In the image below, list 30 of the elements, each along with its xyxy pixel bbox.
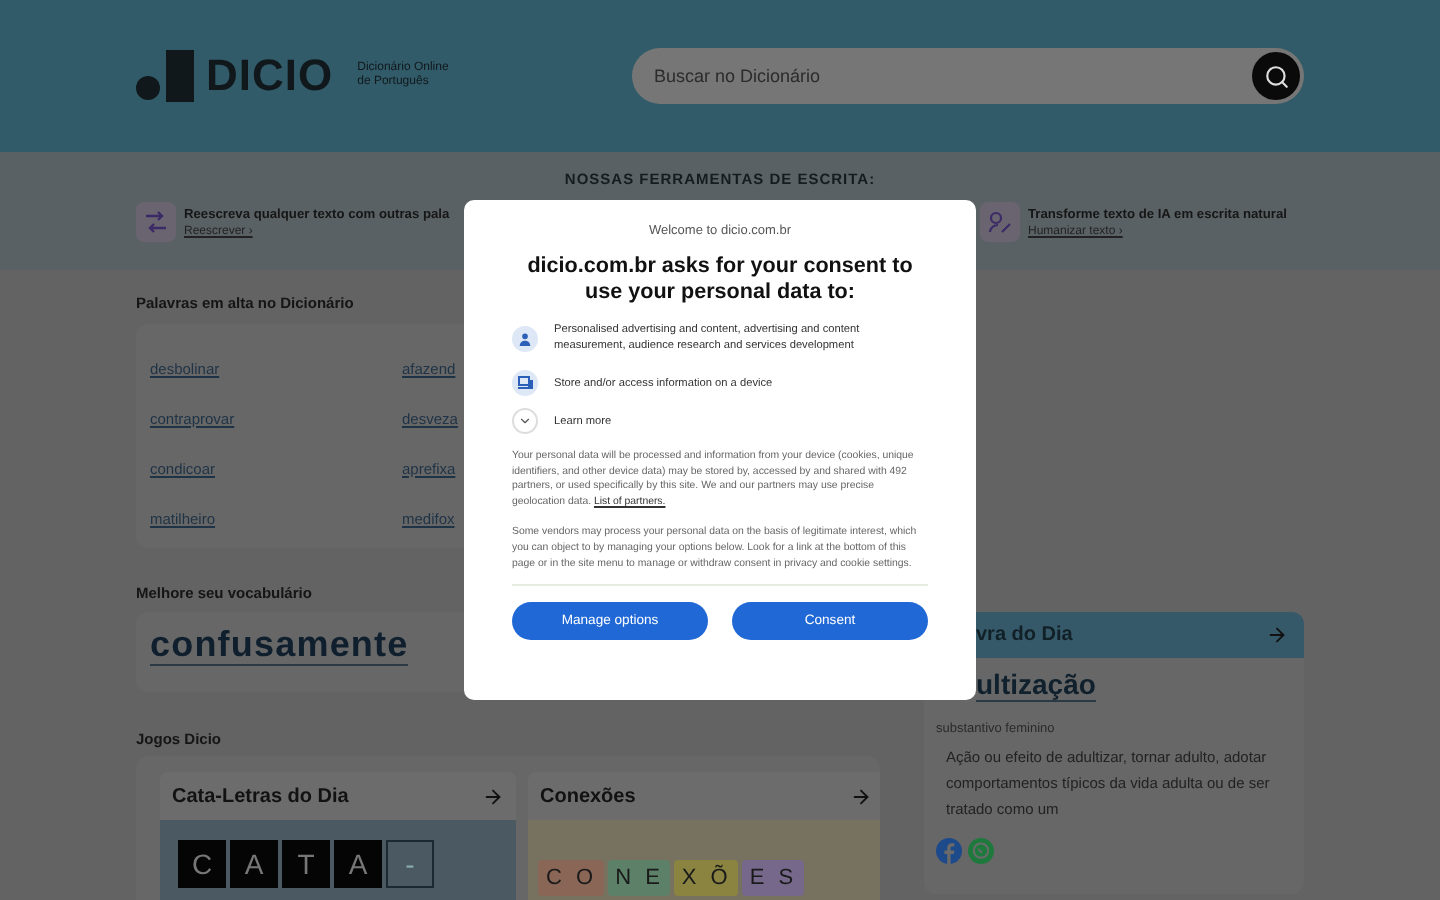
arrow-icon (1266, 624, 1288, 646)
letter-tile: C (178, 840, 226, 888)
logo-text: DICIO (206, 50, 334, 102)
card-title: vra do Dia (976, 624, 1073, 646)
letter-tile: A (334, 840, 382, 888)
facebook-icon[interactable] (936, 838, 962, 864)
letter-tile: T (282, 840, 330, 888)
arrow-icon (482, 785, 504, 807)
logo-icon (136, 50, 194, 102)
chevron-icon (518, 414, 532, 428)
letter-tile: X Õ (673, 860, 738, 896)
vocabulary-word[interactable]: confusamente (150, 624, 409, 666)
dialog-title: dicio.com.br asks for your consent to use your personal data to: (525, 254, 915, 306)
letter-tile: N E (607, 860, 670, 896)
letter-tile: C O (538, 860, 604, 896)
game-title: Conexões (540, 785, 636, 807)
person-pen-icon (988, 210, 1012, 234)
search-icon (1263, 63, 1289, 89)
whatsapp-icon[interactable] (968, 838, 994, 864)
game-title: Cata-Letras do Dia (172, 785, 349, 807)
search-field[interactable]: Buscar no Dicionário (632, 48, 1304, 104)
game-card[interactable]: Conexões C O N E X Õ E S (528, 772, 880, 900)
letter-tile: A (230, 840, 278, 888)
letter-tile: E S (741, 860, 804, 896)
arrow-icon (850, 785, 872, 807)
rewrite-icon (144, 210, 168, 234)
letter-tile: - (386, 840, 434, 888)
game-card[interactable]: Cata-Letras do Dia C A T A - (160, 772, 516, 900)
person-icon (518, 331, 532, 345)
device-icon (517, 376, 533, 390)
